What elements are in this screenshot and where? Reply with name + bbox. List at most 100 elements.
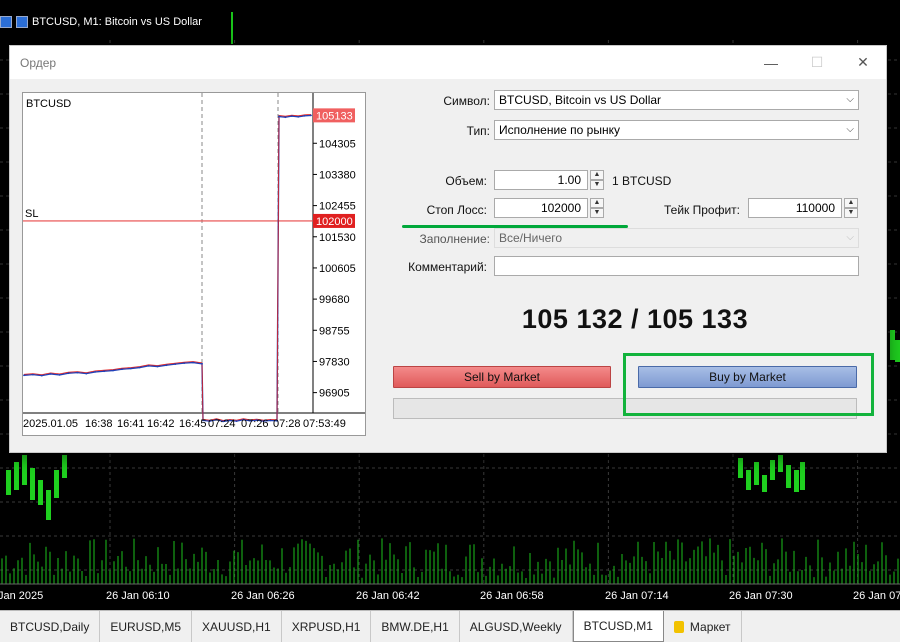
chart-icon	[0, 16, 12, 28]
candle	[778, 455, 783, 472]
price-chart: 104305 103380 102455 101530 100605 99680 98755…	[22, 92, 366, 436]
price-point	[201, 362, 203, 365]
tab-xauusd-h1[interactable]: XAUUSD,H1	[192, 611, 282, 642]
tp-input[interactable]: 110000	[748, 198, 842, 218]
dialog-title: Ордер	[20, 55, 57, 70]
price-point	[183, 362, 186, 364]
symbol-value: BTCUSD, Bitcoin vs US Dollar	[499, 93, 662, 107]
price-point	[174, 363, 177, 365]
minimize-icon[interactable]: —	[748, 46, 794, 79]
price-point	[112, 369, 114, 372]
tab-eurusd-m5[interactable]: EURUSD,M5	[100, 611, 193, 642]
time-label: 26 Jan 06:58	[480, 590, 544, 602]
price-point	[40, 374, 43, 377]
fill-value: Все/Ничего	[499, 231, 563, 245]
time-label: Jan 2025	[0, 590, 44, 602]
price-point	[303, 114, 306, 117]
chart-title: BTCUSD, M1: Bitcoin vs US Dollar	[32, 16, 202, 28]
candle	[746, 470, 751, 490]
price-point	[23, 374, 25, 377]
tab-market[interactable]: Маркет	[664, 611, 742, 642]
chart-title-bar: BTCUSD, M1: Bitcoin vs US Dollar	[0, 12, 202, 32]
sl-input[interactable]: 102000	[494, 198, 588, 218]
type-label: Тип:	[466, 124, 490, 138]
tab-xrpusd-h1[interactable]: XRPUSD,H1	[282, 611, 372, 642]
y-tick-label: 104305	[319, 138, 356, 150]
price-point	[297, 115, 300, 118]
candle	[30, 468, 35, 500]
y-tick-label: 99680	[319, 294, 350, 306]
stepper-down-icon[interactable]: ▼	[590, 208, 604, 218]
dialog-titlebar[interactable]: Ордер — ☐ ✕	[10, 46, 886, 79]
time-label: 26 Jan 07:14	[605, 590, 669, 602]
candle	[895, 340, 900, 362]
lock-icon	[673, 620, 684, 633]
chart-icon	[16, 16, 28, 28]
terminal-window: BTCUSD, M1: Bitcoin vs US Dollar Jan 202…	[0, 0, 900, 642]
candle	[770, 460, 775, 480]
sl-label: Стоп Лосс:	[426, 203, 487, 217]
order-type-value: Исполнение по рынку	[499, 123, 620, 137]
bid-ask-price: 105 132 / 105 133	[521, 304, 749, 334]
volume-arrows: ▲ ▼	[590, 170, 604, 190]
window-controls: — ☐ ✕	[748, 46, 886, 79]
candle	[800, 462, 805, 490]
volume-input[interactable]: 1.00	[494, 170, 588, 190]
x-tick-label: 07:53:49	[303, 418, 346, 430]
price-point	[32, 373, 34, 376]
y-tick-label: 100605	[319, 263, 356, 275]
x-tick-label: 07:28	[273, 418, 301, 430]
price-point	[138, 366, 141, 369]
order-type-select[interactable]: Исполнение по рынку ⌵	[494, 120, 859, 140]
tp-label: Тейк Профит:	[664, 203, 740, 217]
tab-algusd-weekly[interactable]: ALGUSD,Weekly	[460, 611, 573, 642]
tab-label: XRPUSD,H1	[291, 619, 361, 634]
stepper-up-icon[interactable]: ▲	[590, 170, 604, 180]
sl-price-label: 102000	[316, 216, 353, 228]
sell-button[interactable]: Sell by Market	[393, 366, 611, 388]
price-point	[129, 367, 132, 370]
candle	[754, 462, 759, 485]
buy-highlight-box	[623, 353, 874, 416]
tab-btcusd-m1[interactable]: BTCUSD,M1	[572, 611, 664, 642]
candle	[46, 490, 51, 520]
symbol-select[interactable]: BTCUSD, Bitcoin vs US Dollar ⌵	[494, 90, 859, 110]
candle	[794, 470, 799, 492]
volume-unit: 1 BTCUSD	[612, 174, 672, 188]
comment-label: Комментарий:	[408, 260, 487, 274]
time-label: 26 Jan 07:30	[729, 590, 793, 602]
tab-bmwde-h1[interactable]: BMW.DE,H1	[371, 611, 460, 642]
sl-arrows: ▲ ▼	[590, 198, 604, 218]
y-tick-label: 97830	[319, 356, 350, 368]
stepper-up-icon[interactable]: ▲	[590, 198, 604, 208]
x-tick-label: 16:42	[147, 418, 175, 430]
candle	[38, 480, 43, 505]
tab-label: ALGUSD,Weekly	[469, 619, 562, 634]
stepper-down-icon[interactable]: ▼	[590, 180, 604, 190]
x-tick-label: 07:24	[208, 418, 236, 430]
tab-label: BTCUSD,M1	[583, 619, 653, 633]
stepper-down-icon[interactable]: ▼	[844, 208, 858, 218]
chevron-down-icon: ⌵	[846, 232, 854, 243]
y-tick-label: 102455	[319, 201, 356, 213]
tab-btcusd-daily[interactable]: BTCUSD,Daily	[0, 611, 101, 642]
chart-tabs: BTCUSD,Daily EURUSD,M5 XAUUSD,H1 XRPUSD,…	[0, 610, 900, 642]
volume-stepper[interactable]: 1.00 ▲ ▼	[494, 170, 604, 190]
fill-select: Все/Ничего ⌵	[494, 228, 859, 248]
tp-stepper[interactable]: 110000 ▲ ▼	[748, 198, 858, 218]
price-point	[85, 372, 88, 375]
candle	[786, 465, 791, 488]
time-label: 26 Jan 06:26	[231, 590, 295, 602]
price-point	[49, 373, 52, 375]
sl-stepper[interactable]: 102000 ▲ ▼	[494, 198, 604, 218]
symbol-label: BTCUSD	[26, 98, 71, 110]
comment-input[interactable]	[494, 256, 859, 276]
stepper-up-icon[interactable]: ▲	[844, 198, 858, 208]
candle	[890, 330, 895, 360]
close-icon[interactable]: ✕	[840, 46, 886, 79]
bid-line	[23, 114, 312, 423]
tab-label: BMW.DE,H1	[381, 619, 449, 634]
chevron-down-icon: ⌵	[846, 124, 854, 135]
candle	[62, 455, 67, 478]
price-point	[94, 371, 97, 373]
